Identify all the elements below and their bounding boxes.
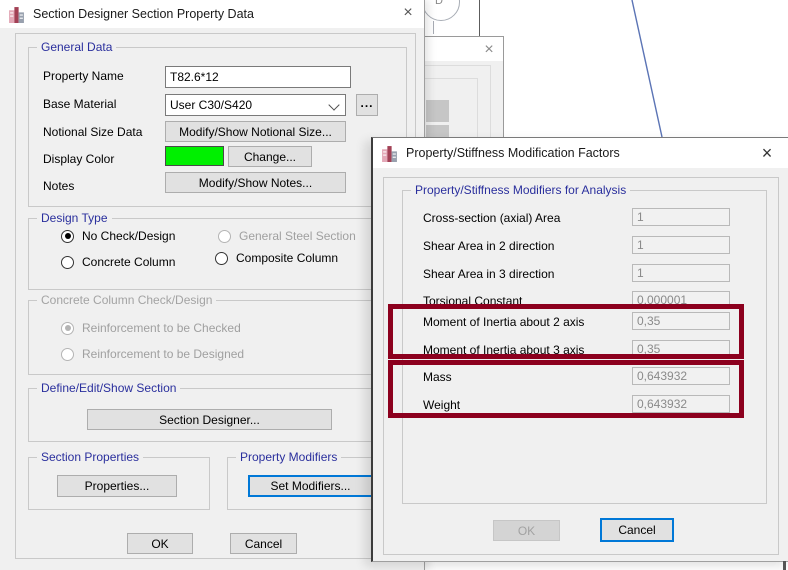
- grid-bubble-tick: [433, 21, 434, 34]
- modifier-row-label: Moment of Inertia about 2 axis: [423, 315, 584, 329]
- radio-general-steel-section: General Steel Section: [218, 229, 356, 243]
- section-property-close-icon[interactable]: ×: [399, 4, 417, 22]
- section-property-titlebar: Section Designer Section Property Data: [0, 0, 424, 28]
- modifier-row-label: Torsional Constant: [423, 294, 522, 308]
- modifier-row-value: 1: [632, 236, 730, 254]
- modification-factors-close-icon[interactable]: ×: [758, 144, 776, 162]
- modification-factors-titlebar: Property/Stiffness Modification Factors: [373, 138, 788, 168]
- grid-bubble-label: D: [435, 0, 443, 7]
- modifier-row-label: Shear Area in 3 direction: [423, 267, 554, 281]
- base-material-label: Base Material: [43, 97, 116, 111]
- grid-line: [479, 0, 480, 36]
- set-modifiers-button[interactable]: Set Modifiers...: [248, 475, 373, 497]
- group-label: General Data: [37, 40, 116, 54]
- group-label: Define/Edit/Show Section: [37, 381, 180, 395]
- radio-icon: [61, 322, 74, 335]
- properties-button[interactable]: Properties...: [57, 475, 177, 497]
- notes-label: Notes: [43, 179, 74, 193]
- modify-notional-size-button[interactable]: Modify/Show Notional Size...: [165, 121, 346, 142]
- section-property-dialog: Section Designer Section Property Data ×…: [0, 0, 425, 570]
- display-color-swatch: [165, 146, 224, 166]
- modifier-row-label: Weight: [423, 398, 460, 412]
- modifier-row-value: 0,643932: [632, 395, 730, 413]
- modifier-row-label: Mass: [423, 370, 452, 384]
- modifier-row-label: Cross-section (axial) Area: [423, 211, 560, 225]
- modifier-row-value: 0,35: [632, 340, 730, 358]
- section-designer-button[interactable]: Section Designer...: [87, 409, 332, 430]
- radio-composite-column[interactable]: Composite Column: [215, 251, 338, 265]
- group-label: Design Type: [37, 211, 112, 225]
- group-label: Property Modifiers: [236, 450, 341, 464]
- radio-icon: [61, 348, 74, 361]
- dialog-title: Property/Stiffness Modification Factors: [406, 146, 620, 160]
- radio-icon: [61, 230, 74, 243]
- app-icon: [381, 145, 398, 162]
- modifier-row-label: Moment of Inertia about 3 axis: [423, 343, 584, 357]
- display-color-label: Display Color: [43, 152, 114, 166]
- radio-icon: [215, 252, 228, 265]
- base-material-browse-button[interactable]: ...: [356, 94, 378, 116]
- group-label: Concrete Column Check/Design: [37, 293, 216, 307]
- background-dialog-block: [426, 100, 449, 122]
- radio-icon: [61, 256, 74, 269]
- modification-factors-dialog: Property/Stiffness Modification Factors …: [371, 137, 788, 562]
- dialog-title: Section Designer Section Property Data: [33, 7, 254, 21]
- modifier-row-value: 0,35: [632, 312, 730, 330]
- property-name-label: Property Name: [43, 69, 124, 83]
- app-icon: [8, 6, 25, 23]
- property-name-input[interactable]: T82.6*12: [165, 66, 351, 88]
- modifier-row-value: 0,000001: [632, 291, 730, 309]
- group-label: Property/Stiffness Modifiers for Analysi…: [411, 183, 630, 197]
- group-label: Section Properties: [37, 450, 143, 464]
- radio-icon: [218, 230, 231, 243]
- modifier-row-label: Shear Area in 2 direction: [423, 239, 554, 253]
- screen: D × Section Designer Section Property Da…: [0, 0, 788, 570]
- notional-size-label: Notional Size Data: [43, 125, 142, 139]
- base-material-select[interactable]: User C30/S420: [165, 94, 346, 116]
- radio-reinforcement-designed: Reinforcement to be Designed: [61, 347, 244, 361]
- modifier-row-value: 1: [632, 264, 730, 282]
- modifier-row-value: 1: [632, 208, 730, 226]
- modify-notes-button[interactable]: Modify/Show Notes...: [165, 172, 346, 193]
- change-color-button[interactable]: Change...: [228, 146, 312, 167]
- cancel-button[interactable]: Cancel: [600, 518, 674, 542]
- cancel-button[interactable]: Cancel: [230, 533, 297, 554]
- background-dialog-close-icon[interactable]: ×: [480, 41, 498, 59]
- ok-button[interactable]: OK: [127, 533, 193, 554]
- group-concrete-check: Concrete Column Check/Design: [28, 300, 407, 375]
- modifier-row-value: 0,643932: [632, 367, 730, 385]
- ok-button: OK: [493, 520, 560, 541]
- radio-concrete-column[interactable]: Concrete Column: [61, 255, 175, 269]
- chevron-down-icon: [328, 99, 339, 110]
- window-edge: [783, 561, 786, 570]
- radio-reinforcement-checked: Reinforcement to be Checked: [61, 321, 241, 335]
- radio-no-check-design[interactable]: No Check/Design: [61, 229, 175, 243]
